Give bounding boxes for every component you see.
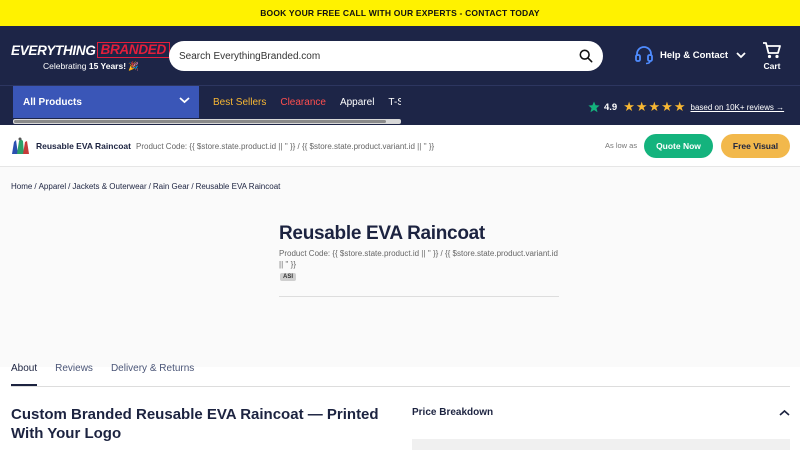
breadcrumb-jackets[interactable]: Jackets & Outerwear (72, 182, 146, 191)
nav-link-t-shirts[interactable]: T-Shirts (388, 97, 401, 108)
product-page: Home / Apparel / Jackets & Outerwear / Rain Ge… (0, 167, 800, 450)
logo-wordmark: EVERYTHING BRANDED (11, 42, 170, 58)
tab-reviews[interactable]: Reviews (55, 363, 93, 386)
site-header: EVERYTHING BRANDED Celebrating 15 Years! … (0, 26, 800, 85)
announcement-bar[interactable]: BOOK YOUR FREE CALL WITH OUR EXPERTS - C… (0, 0, 800, 26)
cart-button[interactable]: Cart (762, 41, 782, 71)
help-contact-menu[interactable]: Help & Contact (634, 45, 752, 65)
breadcrumb-rain-gear[interactable]: Rain Gear (153, 182, 189, 191)
nav-link-best-sellers[interactable]: Best Sellers (213, 97, 266, 108)
search-input[interactable]: Search EverythingBranded.com (169, 41, 603, 71)
cart-icon (763, 42, 781, 59)
reviews-link[interactable]: based on 10K+ reviews → (691, 103, 785, 112)
sticky-product-name: Reusable EVA Raincoat (36, 141, 131, 151)
search-icon[interactable] (579, 49, 593, 63)
all-products-label: All Products (23, 96, 82, 108)
breadcrumb-apparel[interactable]: Apparel (39, 182, 67, 191)
logo-word-branded: BRANDED (96, 42, 170, 58)
tabs-divider (11, 386, 790, 387)
site-logo[interactable]: EVERYTHING BRANDED Celebrating 15 Years! … (11, 42, 170, 72)
about-heading: Custom Branded Reusable EVA Raincoat — P… (11, 406, 379, 442)
title-divider (279, 296, 559, 297)
star-icon (588, 101, 600, 113)
product-tabs: About Reviews Delivery & Returns (11, 363, 212, 386)
tab-about[interactable]: About (11, 363, 38, 386)
logo-tagline: Celebrating 15 Years! 🎉 (43, 61, 170, 72)
help-label: Help & Contact (660, 49, 729, 61)
headset-icon (635, 46, 653, 65)
price-breakdown-row (412, 439, 790, 450)
party-icon: 🎉 (128, 61, 140, 71)
breadcrumb: Home / Apparel / Jackets & Outerwear / Rain Ge… (11, 182, 281, 191)
nav-scrollbar-thumb[interactable] (14, 120, 386, 123)
nav-scrollbar[interactable] (13, 119, 401, 124)
tagline-bold: 15 Years! (88, 61, 127, 71)
main-nav: All Products Best Sellers Clearance Appa… (0, 85, 800, 125)
nav-link-clearance[interactable]: Clearance (280, 97, 326, 108)
chevron-down-icon (736, 52, 746, 59)
rating-stars: ★★★★★ (623, 99, 687, 114)
sticky-product-code: Product Code: {{ $store.state.product.id… (136, 142, 435, 151)
nav-links: Best Sellers Clearance Apparel T-Shirts (213, 86, 401, 118)
rating-score: 4.9 (604, 101, 618, 113)
page-title: Reusable EVA Raincoat (279, 223, 485, 244)
price-breakdown-toggle[interactable]: Price Breakdown (412, 407, 493, 418)
breadcrumb-current: Reusable EVA Raincoat (195, 182, 281, 191)
chevron-up-icon[interactable] (779, 409, 790, 417)
all-products-button[interactable]: All Products (13, 86, 199, 118)
product-thumbnail (12, 137, 29, 154)
breadcrumb-home[interactable]: Home (11, 182, 32, 191)
chevron-down-icon (179, 97, 190, 104)
sticky-product-bar: Reusable EVA Raincoat Product Code: {{ $… (0, 125, 800, 167)
site-rating: 4.9 ★★★★★ based on 10K+ reviews → (588, 99, 784, 115)
product-code: Product Code: {{ $store.state.product.id… (279, 249, 558, 269)
logo-word-everything: EVERYTHING (11, 42, 96, 58)
free-visual-button[interactable]: Free Visual (721, 134, 790, 158)
asi-badge: ASI (280, 273, 297, 281)
as-low-as-label: As low as (605, 141, 638, 150)
nav-link-apparel[interactable]: Apparel (340, 97, 374, 108)
tagline-pre: Celebrating (43, 61, 87, 71)
search-placeholder: Search EverythingBranded.com (179, 50, 321, 62)
tab-delivery-returns[interactable]: Delivery & Returns (111, 363, 194, 386)
quote-now-button[interactable]: Quote Now (644, 134, 713, 158)
cart-label: Cart (763, 61, 781, 71)
